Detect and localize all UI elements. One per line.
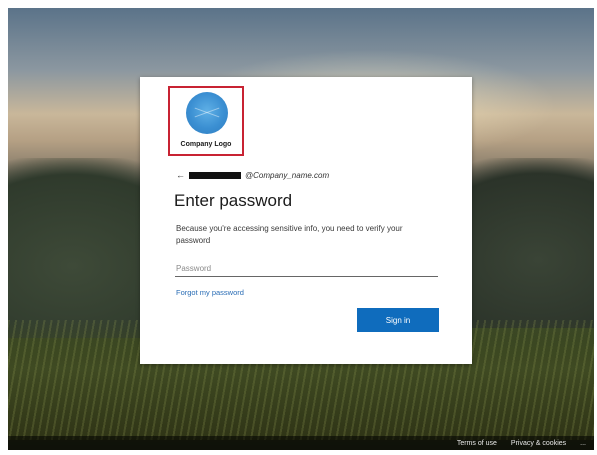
sign-in-card: Company Logo ← @Company_name.com Enter p… bbox=[140, 77, 472, 364]
password-input[interactable] bbox=[175, 261, 438, 277]
company-logo-highlight: Company Logo bbox=[168, 86, 244, 156]
redacted-username bbox=[189, 171, 241, 179]
more-options-icon[interactable]: ... bbox=[580, 440, 586, 447]
privacy-link[interactable]: Privacy & cookies bbox=[511, 440, 566, 447]
back-arrow-icon[interactable]: ← bbox=[176, 170, 185, 180]
forgot-password-link[interactable]: Forgot my password bbox=[176, 288, 244, 297]
page-title: Enter password bbox=[174, 191, 293, 210]
terms-link[interactable]: Terms of use bbox=[457, 440, 497, 447]
description-text: Because you're accessing sensitive info,… bbox=[176, 224, 403, 245]
footer-bar: Terms of use Privacy & cookies ... bbox=[8, 436, 594, 450]
company-logo-icon bbox=[186, 92, 228, 134]
account-identity: ← @Company_name.com bbox=[176, 169, 329, 181]
email-domain: @Company_name.com bbox=[245, 170, 330, 180]
sign-in-button[interactable]: Sign in bbox=[357, 308, 439, 332]
company-logo-text: Company Logo bbox=[180, 141, 232, 148]
